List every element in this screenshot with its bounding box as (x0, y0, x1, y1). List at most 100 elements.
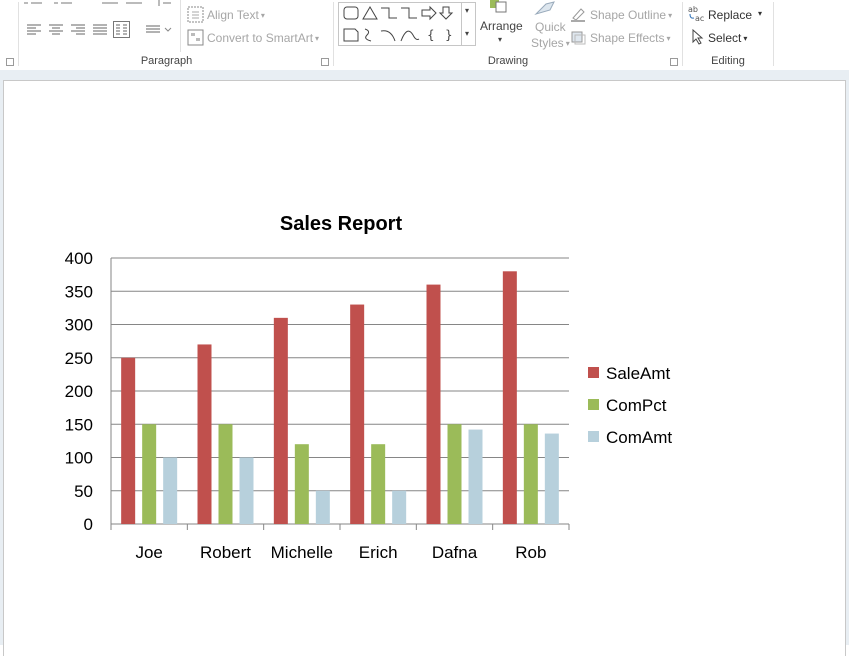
flowchart-shape (343, 28, 359, 42)
align-right-icon[interactable] (70, 23, 86, 37)
align-center-icon[interactable] (48, 23, 64, 37)
bar-compct (523, 424, 538, 524)
align-text-icon (187, 6, 204, 23)
replace-label: Replace (708, 8, 753, 22)
replace-button[interactable]: Replace (708, 8, 752, 22)
decrease-indent-icon[interactable] (100, 0, 120, 8)
x-tick-label: Rob (515, 543, 546, 562)
sales-chart[interactable]: Sales Report 0 50 100 150 200 250 300 350 400 Joe R… (4, 81, 845, 656)
bar-saleamt (197, 344, 212, 524)
x-tick-label: Erich (359, 543, 398, 562)
document-area: Sales Report 0 50 100 150 200 250 300 350 400 Joe R… (0, 70, 849, 656)
bar-saleamt (502, 271, 517, 524)
chevron-down-icon: ▾ (668, 11, 673, 20)
left-brace-shape: { (427, 28, 435, 42)
svg-text:ab: ab (688, 5, 698, 14)
line-spacing-icon[interactable] (155, 0, 173, 8)
quick-styles-icon (534, 1, 555, 16)
document-page[interactable]: Sales Report 0 50 100 150 200 250 300 350 400 Joe R… (3, 80, 846, 656)
shape-outline-label: Shape Outline (590, 8, 667, 22)
y-tick-label: 0 (84, 515, 93, 534)
chevron-down-icon: ▾ (315, 34, 320, 43)
down-arrow-shape (438, 6, 454, 20)
shape-effects-button[interactable]: Shape Effects ▾ (590, 31, 671, 45)
shape-outline-button[interactable]: Shape Outline ▾ (590, 8, 672, 22)
bar-compct (294, 444, 309, 524)
x-tick-label: Robert (200, 543, 251, 562)
bar-saleamt (273, 317, 288, 524)
bar-saleamt (350, 304, 365, 524)
chart-title: Sales Report (280, 213, 403, 235)
arc-shape (380, 30, 396, 42)
editing-group: ab ac Replace ▾ Select ▾ Editing (683, 0, 773, 70)
gallery-scroll[interactable]: ▾ ▾ (461, 3, 475, 45)
right-arrow-shape (421, 5, 437, 21)
drawing-group-label: Drawing (487, 55, 529, 67)
freeform-shape (364, 28, 372, 42)
bar-comamt (392, 490, 407, 524)
bar-compct (218, 424, 233, 524)
rounded-rectangle-shape (343, 6, 359, 20)
text-direction-icon[interactable] (145, 24, 173, 36)
select-label: Select (708, 31, 742, 45)
legend-swatch (588, 367, 599, 378)
shape-outline-icon (571, 8, 585, 22)
legend-label: SaleAmt (606, 364, 671, 383)
chevron-down-icon: ▾ (498, 35, 503, 44)
justify-icon[interactable] (92, 23, 108, 37)
convert-smartart-label: Convert to SmartArt (207, 31, 314, 45)
shape-effects-icon (571, 31, 586, 45)
legend-label: ComAmt (606, 428, 672, 447)
legend-label: ComPct (606, 396, 667, 415)
convert-smartart-icon (187, 29, 204, 46)
editing-group-label: Editing (711, 55, 745, 67)
legend-swatch (588, 399, 599, 410)
drawing-dialog-launcher-icon[interactable] (670, 58, 678, 66)
select-button[interactable]: Select ▾ (708, 31, 747, 45)
y-tick-label: 250 (65, 349, 93, 368)
quick-styles-button[interactable]: Quick Styles ▾ (531, 19, 570, 52)
convert-smartart-button[interactable]: Convert to SmartArt ▾ (207, 31, 319, 45)
chevron-down-icon: ▾ (758, 9, 763, 18)
triangle-shape (362, 6, 378, 20)
paragraph-dialog-launcher-icon[interactable] (321, 58, 329, 66)
bar-comamt (468, 429, 483, 524)
shapes-gallery[interactable]: { } ▾ ▾ (338, 2, 476, 46)
replace-icon: ab ac (688, 5, 704, 22)
bullets-icon[interactable] (22, 0, 44, 8)
y-tick-label: 300 (65, 316, 93, 335)
y-tick-label: 200 (65, 382, 93, 401)
x-tick-label: Dafna (432, 543, 478, 562)
y-tick-label: 50 (74, 482, 93, 501)
paragraph-group: Align Text ▾ Convert to SmartArt ▾ Paragra… (0, 0, 333, 70)
svg-text:ac: ac (695, 14, 704, 22)
more-shapes-icon: ▾ (465, 29, 470, 38)
drawing-group: { } ▾ ▾ Arrange ▾ Quick Styles ▾ Shape Ou… (334, 0, 682, 70)
chevron-down-icon: ▾ (743, 34, 748, 43)
increase-indent-icon[interactable] (124, 0, 144, 8)
align-text-button[interactable]: Align Text ▾ (207, 8, 265, 22)
elbow-connector-shape (381, 7, 397, 19)
quick-styles-label-2: Styles (531, 36, 564, 50)
right-brace-shape: } (445, 28, 453, 42)
arrange-button[interactable]: Arrange (480, 19, 523, 33)
arrange-label: Arrange (480, 19, 523, 33)
columns-icon[interactable] (113, 21, 130, 38)
quick-styles-label: Quick (535, 20, 566, 34)
align-left-icon[interactable] (26, 23, 42, 37)
bar-compct (447, 424, 462, 524)
chevron-down-icon: ▾ (465, 6, 470, 15)
select-cursor-icon (692, 29, 704, 45)
y-tick-label: 400 (65, 249, 93, 268)
divider (773, 2, 774, 66)
curve-shape (400, 30, 420, 42)
paragraph-group-label: Paragraph (140, 55, 193, 67)
numbering-icon[interactable] (52, 0, 74, 8)
bar-compct (371, 444, 386, 524)
x-tick-label: Joe (135, 543, 162, 562)
divider (18, 2, 19, 66)
bar-comamt (163, 457, 178, 524)
font-dialog-launcher-icon[interactable] (6, 58, 14, 66)
y-tick-label: 350 (65, 282, 93, 301)
bar-saleamt (426, 284, 441, 524)
